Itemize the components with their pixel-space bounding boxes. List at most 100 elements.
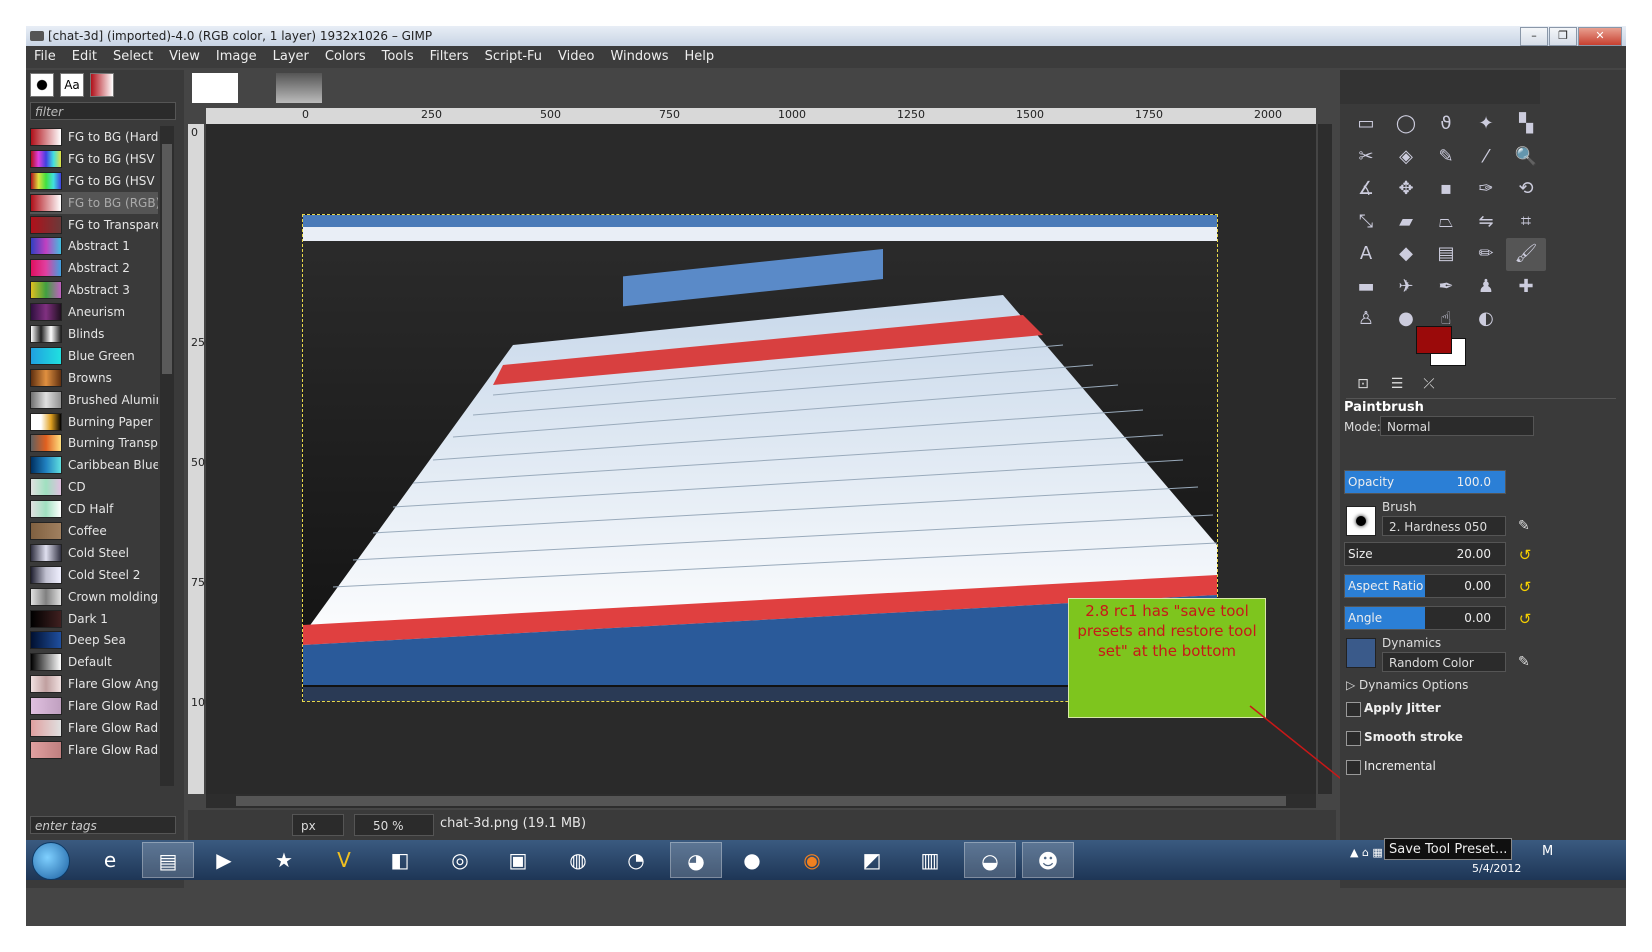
aspect-ratio-reset-icon[interactable]: ↺	[1516, 578, 1534, 596]
blend-tool-icon[interactable]: ▤	[1426, 238, 1466, 271]
layers-tab-icon[interactable]: ☰	[1386, 376, 1408, 396]
gradient-item[interactable]: Flare Glow Angular 1	[30, 673, 158, 695]
aspect-ratio-slider[interactable]: Aspect Ratio 0.00	[1344, 574, 1506, 598]
gimp-small-icon[interactable]: ◔	[610, 842, 662, 878]
gradient-item[interactable]: Abstract 3	[30, 279, 158, 301]
brush-preview[interactable]	[1346, 506, 1376, 536]
gradient-item[interactable]: Flare Glow Radial 3	[30, 739, 158, 761]
dynamics-edit-icon[interactable]: ✎	[1518, 654, 1530, 670]
move-tool-icon[interactable]: ✥	[1386, 173, 1426, 206]
size-slider[interactable]: Size 20.00	[1344, 542, 1506, 566]
scale-tool-icon[interactable]: ⤡	[1346, 206, 1386, 239]
globe-app-icon[interactable]: ◍	[552, 842, 604, 878]
gradient-item[interactable]: Blinds	[30, 323, 158, 345]
app-icon-15[interactable]: ▥	[904, 842, 956, 878]
zoom-tool-icon[interactable]: 🔍	[1506, 141, 1546, 174]
maximize-button[interactable]: ❐	[1549, 27, 1577, 46]
cage-tool-icon[interactable]: ⌗	[1506, 206, 1546, 239]
menu-layer[interactable]: Layer	[265, 46, 317, 68]
image-tab-blank[interactable]	[192, 73, 238, 103]
clone-tool-icon[interactable]: ♟	[1466, 271, 1506, 304]
canvas-vertical-scrollbar[interactable]	[1318, 124, 1332, 794]
paths-tab-icon[interactable]: ⤫	[1418, 376, 1440, 396]
gradient-item[interactable]: Dark 1	[30, 608, 158, 630]
gradient-item[interactable]: FG to Transparent	[30, 214, 158, 236]
menu-colors[interactable]: Colors	[317, 46, 374, 68]
foreground-select-tool-icon[interactable]: ◈	[1386, 141, 1426, 174]
anime-app-icon[interactable]: ☻	[1022, 842, 1074, 878]
flip-tool-icon[interactable]: ⇋	[1466, 206, 1506, 239]
angle-slider[interactable]: Angle 0.00	[1344, 606, 1506, 630]
mode-select[interactable]: Normal	[1380, 416, 1534, 436]
gradient-item[interactable]: Brushed Aluminium	[30, 389, 158, 411]
paths-tool-icon[interactable]: ✎	[1426, 141, 1466, 174]
gradient-item[interactable]: Coffee	[30, 520, 158, 542]
perspective-tool-icon[interactable]: ⏢	[1426, 206, 1466, 239]
text-tool-icon[interactable]: A	[1346, 238, 1386, 271]
heal-tool-icon[interactable]: ✚	[1506, 271, 1546, 304]
brushes-tab-icon[interactable]	[30, 73, 54, 97]
incremental-checkbox[interactable]	[1346, 760, 1361, 775]
menu-script-fu[interactable]: Script-Fu	[477, 46, 550, 68]
image-tab-chat-3d[interactable]	[276, 73, 322, 103]
gradient-item[interactable]: Abstract 2	[30, 257, 158, 279]
tag-input[interactable]: enter tags	[30, 816, 176, 834]
dynamics-options-expander[interactable]: ▷ Dynamics Options	[1346, 678, 1468, 692]
gradient-item[interactable]: FG to BG (RGB)	[30, 191, 158, 214]
free-select-tool-icon[interactable]: ϑ	[1426, 108, 1466, 141]
opacity-slider[interactable]: Opacity 100.0	[1344, 470, 1506, 494]
fonts-tab-icon[interactable]: Aa	[60, 73, 84, 97]
file-explorer-icon[interactable]: ▤	[142, 842, 194, 878]
menu-tools[interactable]: Tools	[374, 46, 422, 68]
gradient-filter-input[interactable]: filter	[30, 102, 176, 120]
pencil-tool-icon[interactable]: ✏	[1466, 238, 1506, 271]
gradient-item[interactable]: FG to BG (Hardedge)	[30, 126, 158, 148]
shear-tool-icon[interactable]: ▰	[1386, 206, 1426, 239]
gradient-item[interactable]: Cold Steel	[30, 542, 158, 564]
bucket-fill-tool-icon[interactable]: ◆	[1386, 238, 1426, 271]
zoom-select[interactable]: 50 %	[354, 814, 434, 836]
gradients-tab-icon[interactable]	[90, 73, 114, 97]
gradient-item[interactable]: FG to BG (HSV counter-clockwise)	[30, 170, 158, 192]
gradient-item[interactable]: Burning Paper	[30, 411, 158, 433]
menu-help[interactable]: Help	[676, 46, 722, 68]
dynamics-preview[interactable]	[1346, 638, 1376, 668]
eraser-tool-icon[interactable]: ▬	[1346, 271, 1386, 304]
gradient-item[interactable]: Browns	[30, 367, 158, 389]
star-app-icon[interactable]: ★	[258, 842, 310, 878]
moon-app-icon[interactable]: ●	[726, 842, 778, 878]
rect-select-tool-icon[interactable]: ▭	[1346, 108, 1386, 141]
apply-jitter-checkbox[interactable]	[1346, 702, 1361, 717]
rotate-tool-icon[interactable]: ⟲	[1506, 173, 1546, 206]
menu-file[interactable]: File	[26, 46, 64, 68]
app-icon-8[interactable]: ▣	[492, 842, 544, 878]
menu-view[interactable]: View	[161, 46, 208, 68]
menu-select[interactable]: Select	[105, 46, 161, 68]
gradient-item[interactable]: Flare Glow Radial 1	[30, 695, 158, 717]
paintbrush-tool-icon[interactable]: 🖌	[1506, 238, 1546, 271]
gimp-taskbar-icon[interactable]: ◒	[964, 842, 1016, 878]
measure-tool-icon[interactable]: ∡	[1346, 173, 1386, 206]
menu-image[interactable]: Image	[208, 46, 265, 68]
gradient-item[interactable]: Blue Green	[30, 345, 158, 367]
gradient-item[interactable]: Abstract 1	[30, 235, 158, 257]
gradient-item[interactable]: FG to BG (HSV clockwise hue)	[30, 148, 158, 170]
gradient-item[interactable]: CD Half	[30, 498, 158, 520]
close-button[interactable]: ✕	[1578, 27, 1622, 46]
airbrush-tool-icon[interactable]: ✈	[1386, 271, 1426, 304]
scissors-tool-icon[interactable]: ✂	[1346, 141, 1386, 174]
app-icon-14[interactable]: ◩	[846, 842, 898, 878]
app-icon-6[interactable]: ◧	[374, 842, 426, 878]
media-player-icon[interactable]: ▶	[198, 842, 250, 878]
color-select-tool-icon[interactable]: ▚	[1506, 108, 1546, 141]
align-tool-icon[interactable]: ▪	[1426, 173, 1466, 206]
menu-video[interactable]: Video	[550, 46, 602, 68]
gradient-item[interactable]: Deep Sea	[30, 629, 158, 651]
tool-options-tab-icon[interactable]: ⊡	[1352, 376, 1374, 396]
gradient-item[interactable]: Flare Glow Radial 2	[30, 717, 158, 739]
angle-reset-icon[interactable]: ↺	[1516, 610, 1534, 628]
firefox-icon[interactable]: ◉	[786, 842, 838, 878]
gradient-list-scrollbar[interactable]	[160, 126, 174, 786]
gradient-item[interactable]: CD	[30, 476, 158, 498]
gradient-item[interactable]: Aneurism	[30, 301, 158, 323]
